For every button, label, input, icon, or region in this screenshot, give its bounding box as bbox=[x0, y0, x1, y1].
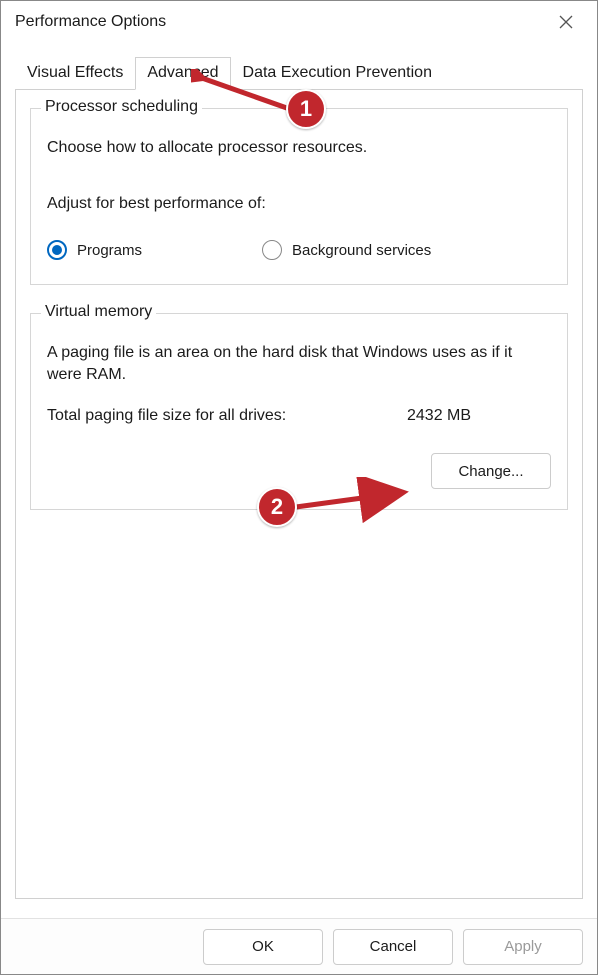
apply-button[interactable]: Apply bbox=[463, 929, 583, 965]
tab-content: Processor scheduling Choose how to alloc… bbox=[15, 89, 583, 899]
radio-icon bbox=[47, 240, 67, 260]
radio-programs[interactable]: Programs bbox=[47, 240, 142, 260]
radio-icon bbox=[262, 240, 282, 260]
processor-scheduling-group: Processor scheduling Choose how to alloc… bbox=[30, 108, 568, 285]
vm-legend: Virtual memory bbox=[41, 303, 156, 321]
titlebar: Performance Options bbox=[1, 1, 597, 43]
window-title: Performance Options bbox=[15, 13, 547, 31]
vm-total-value: 2432 MB bbox=[407, 407, 551, 425]
ok-button[interactable]: OK bbox=[203, 929, 323, 965]
adjust-label: Adjust for best performance of: bbox=[47, 193, 551, 215]
close-icon bbox=[558, 14, 574, 30]
dialog-footer: OK Cancel Apply bbox=[1, 918, 597, 974]
close-button[interactable] bbox=[547, 3, 585, 41]
change-button[interactable]: Change... bbox=[431, 453, 551, 489]
tab-advanced[interactable]: Advanced bbox=[135, 57, 230, 90]
radio-programs-label: Programs bbox=[77, 242, 142, 259]
radio-background-services[interactable]: Background services bbox=[262, 240, 431, 260]
vm-total-label: Total paging file size for all drives: bbox=[47, 407, 407, 425]
processor-desc: Choose how to allocate processor resourc… bbox=[47, 137, 551, 159]
processor-legend: Processor scheduling bbox=[41, 98, 202, 116]
vm-desc: A paging file is an area on the hard dis… bbox=[47, 342, 551, 385]
cancel-button[interactable]: Cancel bbox=[333, 929, 453, 965]
radio-background-label: Background services bbox=[292, 242, 431, 259]
tab-dep[interactable]: Data Execution Prevention bbox=[231, 57, 444, 89]
virtual-memory-group: Virtual memory A paging file is an area … bbox=[30, 313, 568, 510]
tab-strip: Visual Effects Advanced Data Execution P… bbox=[1, 43, 597, 89]
tab-visual-effects[interactable]: Visual Effects bbox=[15, 57, 135, 89]
